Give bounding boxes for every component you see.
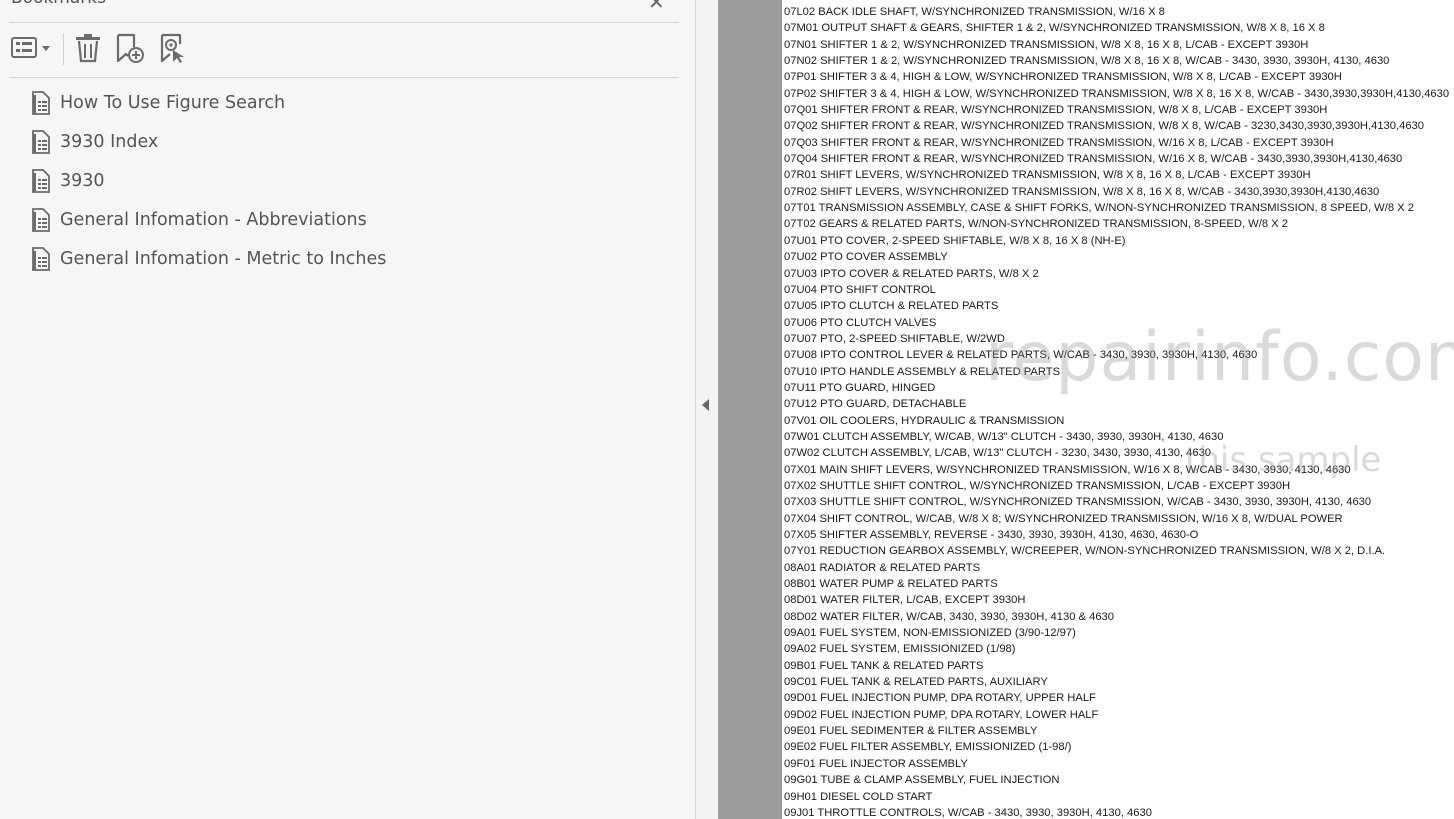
document-line: 07R02 SHIFT LEVERS, W/SYNCHRONIZED TRANS… [784,185,1380,198]
document-line: 07X05 SHIFTER ASSEMBLY, REVERSE - 3430, … [784,529,1199,541]
document-line: 07Q02 SHIFTER FRONT & REAR, W/SYNCHRONIZ… [784,120,1424,133]
trash-icon [76,34,100,63]
document-line: 07U02 PTO COVER ASSEMBLY [784,251,948,264]
collapse-panel-icon[interactable] [702,399,709,411]
bookmarks-panel: Bookmarks ✕ [0,0,696,819]
document-line: 07U05 IPTO CLUTCH & RELATED PARTS [784,300,999,313]
document-line: 09D02 FUEL INJECTION PUMP, DPA ROTARY, L… [784,708,1099,721]
document-line: 07X02 SHUTTLE SHIFT CONTROL, W/SYNCHRONI… [784,479,1291,492]
document-line: 08D01 WATER FILTER, L/CAB, EXCEPT 3930H [784,594,1026,607]
document-line: 09G01 TUBE & CLAMP ASSEMBLY, FUEL INJECT… [784,774,1060,787]
document-line: 07P01 SHIFTER 3 & 4, HIGH & LOW, W/SYNCH… [784,71,1342,84]
document-line: 09B01 FUEL TANK & RELATED PARTS [784,659,984,672]
bookmark-page-icon [32,130,50,154]
bookmark-label: General Infomation - Abbreviations [60,210,367,230]
document-line: 07V01 OIL COOLERS, HYDRAULIC & TRANSMISS… [784,414,1065,427]
document-line: 08B01 WATER PUMP & RELATED PARTS [784,578,998,591]
list-options-icon [11,37,50,58]
document-line: 09F01 FUEL INJECTOR ASSEMBLY [784,757,968,770]
panel-title: Bookmarks [11,0,106,8]
document-line: 09A02 FUEL SYSTEM, EMISSIONIZED (1/98) [784,643,1016,656]
document-line: 07U07 PTO, 2-SPEED SHIFTABLE, W/2WD [784,332,1005,345]
bookmark-find-icon [160,33,184,63]
bookmark-item[interactable]: How To Use Figure Search [30,88,285,118]
document-line: 07X03 SHUTTLE SHIFT CONTROL, W/SYNCHRONI… [784,496,1372,509]
document-line: 07U11 PTO GUARD, HINGED [784,381,936,394]
document-line: 07T02 GEARS & RELATED PARTS, W/NON-SYNCH… [784,218,1288,231]
document-line: 09E01 FUEL SEDIMENTER & FILTER ASSEMBLY [784,725,1038,738]
document-line: 07N01 SHIFTER 1 & 2, W/SYNCHRONIZED TRAN… [784,38,1309,51]
bookmark-page-icon [32,91,50,115]
options-menu-button[interactable] [10,32,52,64]
bookmark-item[interactable]: General Infomation - Metric to Inches [30,244,386,274]
divider [9,77,679,78]
document-page: 07L02 BACK IDLE SHAFT, W/SYNCHRONIZED TR… [782,0,1454,819]
document-line: 07U04 PTO SHIFT CONTROL [784,283,936,296]
document-line: 07P02 SHIFTER 3 & 4, HIGH & LOW, W/SYNCH… [784,87,1450,100]
bookmark-item[interactable]: General Infomation - Abbreviations [30,205,367,235]
document-line: 09C01 FUEL TANK & RELATED PARTS, AUXILIA… [784,676,1048,689]
document-line: 07L02 BACK IDLE SHAFT, W/SYNCHRONIZED TR… [784,6,1165,18]
document-line: 07Q03 SHIFTER FRONT & REAR, W/SYNCHRONIZ… [784,136,1334,149]
document-line: 07Q01 SHIFTER FRONT & REAR, W/SYNCHRONIZ… [784,104,1328,117]
document-line: 08D02 WATER FILTER, W/CAB, 3430, 3930, 3… [784,610,1114,623]
document-line: 07W02 CLUTCH ASSEMBLY, L/CAB, W/13" CLUT… [784,447,1212,460]
divider [9,22,679,23]
bookmark-label: 3930 Index [60,132,159,152]
document-line: 07U08 IPTO CONTROL LEVER & RELATED PARTS… [784,349,1258,362]
document-line: 07X04 SHIFT CONTROL, W/CAB, W/8 X 8; W/S… [784,512,1343,525]
document-line: 08A01 RADIATOR & RELATED PARTS [784,561,981,574]
new-bookmark-button[interactable] [114,32,146,64]
bookmark-add-icon [116,33,144,63]
document-line: 07Y01 REDUCTION GEARBOX ASSEMBLY, W/CREE… [784,545,1386,558]
document-line: 07U06 PTO CLUTCH VALVES [784,316,937,329]
document-line: 07U12 PTO GUARD, DETACHABLE [784,398,967,411]
bookmark-page-icon [32,169,50,193]
document-line: 09A01 FUEL SYSTEM, NON-EMISSIONIZED (3/9… [784,627,1076,640]
document-line: 09D01 FUEL INJECTION PUMP, DPA ROTARY, U… [784,692,1096,705]
toolbar-divider [63,33,64,65]
document-line: 07U10 IPTO HANDLE ASSEMBLY & RELATED PAR… [784,365,1061,378]
document-line: 07W01 CLUTCH ASSEMBLY, W/CAB, W/13" CLUT… [784,430,1224,443]
find-current-bookmark-button[interactable] [158,32,188,64]
bookmark-label: General Infomation - Metric to Inches [60,249,387,269]
document-line: 07Q04 SHIFTER FRONT & REAR, W/SYNCHRONIZ… [784,153,1403,166]
bookmark-item[interactable]: 3930 [30,166,105,196]
viewer-background [718,0,782,819]
close-panel-button[interactable]: ✕ [648,0,665,14]
document-line: 07M01 OUTPUT SHAFT & GEARS, SHIFTER 1 & … [784,22,1325,35]
document-line: 09J01 THROTTLE CONTROLS, W/CAB - 3430, 3… [784,806,1152,819]
document-line: 07X01 MAIN SHIFT LEVERS, W/SYNCHRONIZED … [784,463,1351,476]
bookmark-label: 3930 [60,171,105,191]
document-line: 07U01 PTO COVER, 2-SPEED SHIFTABLE, W/8 … [784,234,1126,247]
document-line: 09H01 DIESEL COLD START [784,790,933,803]
document-line: 07T01 TRANSMISSION ASSEMBLY, CASE & SHIF… [784,202,1414,215]
bookmark-label: How To Use Figure Search [60,93,286,113]
bookmark-page-icon [32,247,50,271]
document-line: 07U03 IPTO COVER & RELATED PARTS, W/8 X … [784,267,1039,280]
bookmark-item[interactable]: 3930 Index [30,127,158,157]
bookmark-page-icon [32,208,50,232]
document-line: 09E02 FUEL FILTER ASSEMBLY, EMISSIONIZED… [784,741,1072,754]
delete-bookmark-button[interactable] [74,32,102,64]
document-line: 07N02 SHIFTER 1 & 2, W/SYNCHRONIZED TRAN… [784,55,1390,68]
document-line: 07R01 SHIFT LEVERS, W/SYNCHRONIZED TRANS… [784,169,1311,182]
parts-index-list: 07L02 BACK IDLE SHAFT, W/SYNCHRONIZED TR… [784,4,1449,819]
